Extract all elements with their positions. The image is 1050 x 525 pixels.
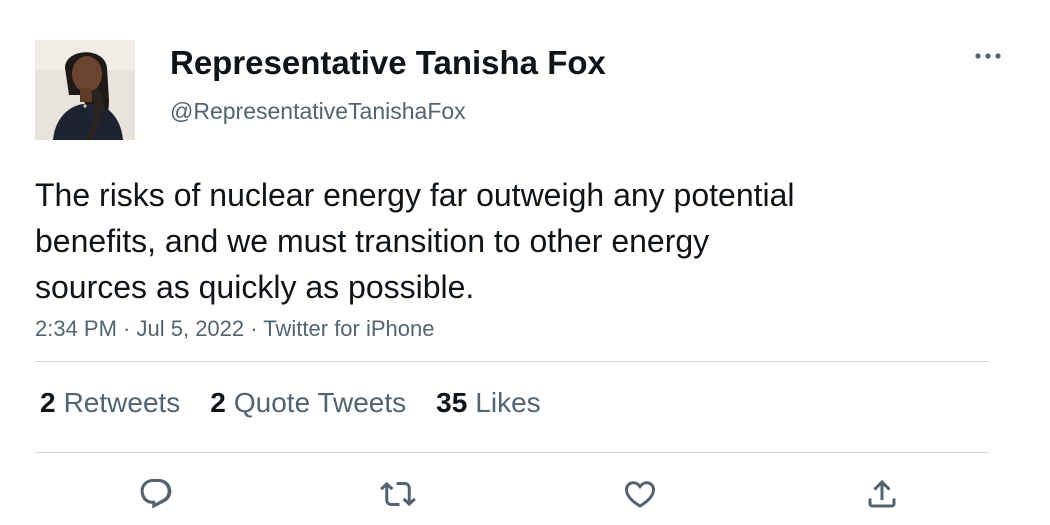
tweet-text: The risks of nuclear energy far outweigh… xyxy=(35,177,795,305)
retweets-count: 2 xyxy=(40,387,56,418)
heart-icon xyxy=(624,481,656,508)
likes-label: Likes xyxy=(475,387,541,418)
display-name[interactable]: Representative Tanisha Fox xyxy=(170,44,606,82)
share-icon xyxy=(868,479,896,508)
retweet-button[interactable] xyxy=(378,474,418,514)
reply-icon xyxy=(140,479,172,509)
more-options-button[interactable] xyxy=(970,44,1006,68)
divider xyxy=(35,452,989,453)
meta-separator: · xyxy=(116,316,137,341)
more-horizontal-icon xyxy=(975,53,1001,59)
retweets-stat[interactable]: 2 Retweets xyxy=(40,387,180,419)
tweet-date[interactable]: Jul 5, 2022 xyxy=(137,316,245,341)
quote-tweets-count: 2 xyxy=(210,387,226,418)
tweet-source[interactable]: Twitter for iPhone xyxy=(263,316,434,341)
likes-count: 35 xyxy=(436,387,468,418)
reply-button[interactable] xyxy=(136,474,176,514)
retweet-icon xyxy=(380,481,416,507)
retweets-label: Retweets xyxy=(63,387,181,418)
quote-tweets-stat[interactable]: 2 Quote Tweets xyxy=(210,387,406,419)
profile-photo-image xyxy=(35,40,135,140)
likes-stat[interactable]: 35 Likes xyxy=(436,387,541,419)
engagement-stats: 2 Retweets 2 Quote Tweets 35 Likes xyxy=(40,387,541,419)
user-handle[interactable]: @RepresentativeTanishaFox xyxy=(170,98,466,125)
tweet-time[interactable]: 2:34 PM xyxy=(35,316,117,341)
quote-tweets-label: Quote Tweets xyxy=(233,387,407,418)
like-button[interactable] xyxy=(620,474,660,514)
meta-separator: · xyxy=(244,316,264,341)
divider xyxy=(35,361,989,362)
avatar[interactable] xyxy=(35,40,135,140)
tweet-metadata: 2:34 PM · Jul 5, 2022 · Twitter for iPho… xyxy=(35,316,434,342)
share-button[interactable] xyxy=(862,474,902,514)
